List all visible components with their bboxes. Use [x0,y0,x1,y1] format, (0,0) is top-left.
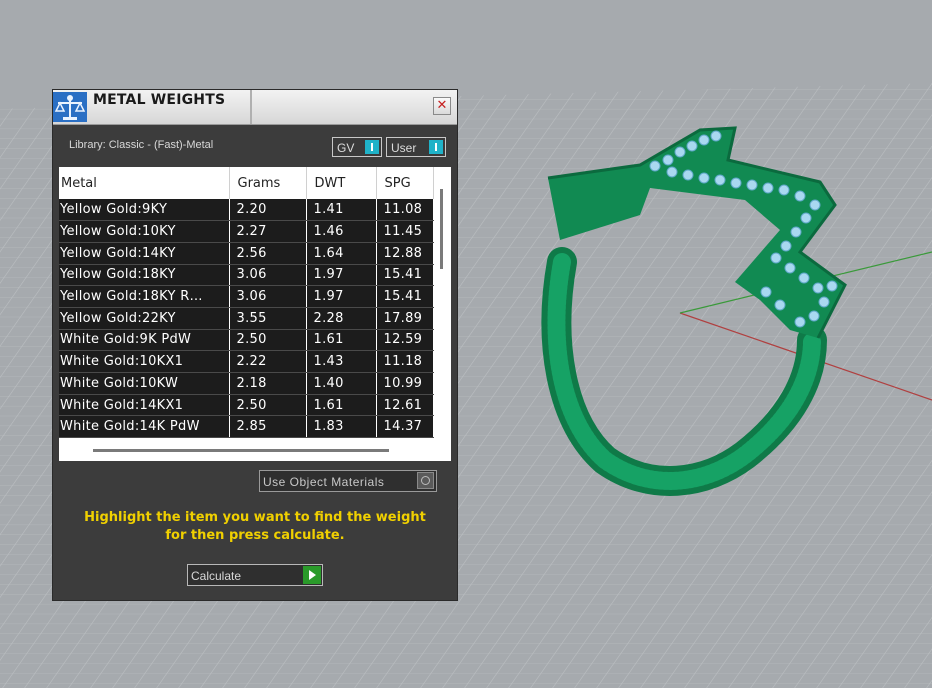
table-row[interactable]: Yellow Gold:22KY 3.55 2.28 17.89 [59,307,434,330]
metal-table[interactable]: Metal Grams DWT SPG Yellow Gold:9KY 2.20… [59,167,451,461]
metal-cell: White Gold:10KX1 [59,350,230,373]
calculate-label: Calculate [191,569,242,583]
spg-cell: 12.61 [376,394,434,417]
grams-cell: 2.85 [229,415,307,439]
close-button[interactable]: ✕ [433,97,451,115]
column-header-metal[interactable]: Metal [59,167,230,199]
title-bar[interactable]: METAL WEIGHTS ✕ [53,90,457,125]
gv-toggle[interactable]: GV [332,137,382,157]
spg-cell: 11.45 [376,220,434,243]
spg-cell: 14.37 [376,415,434,439]
spg-cell: 17.89 [376,307,434,330]
spg-cell: 15.41 [376,285,434,308]
table-row[interactable]: Yellow Gold:14KY 2.56 1.64 12.88 [59,242,434,265]
table-row[interactable]: Yellow Gold:9KY 2.20 1.41 11.08 [59,199,434,222]
close-icon: ✕ [436,98,448,113]
library-label: Library: Classic - (Fast)-Metal [69,139,214,151]
dwt-cell: 2.28 [306,307,377,330]
spg-cell: 11.08 [376,199,434,222]
dwt-cell: 1.97 [306,264,377,287]
table-row[interactable]: White Gold:10KX1 2.22 1.43 11.18 [59,350,434,373]
dwt-cell: 1.43 [306,350,377,373]
grams-cell: 2.50 [229,329,307,352]
metal-cell: Yellow Gold:18KY R… [59,285,230,308]
use-object-materials-label: Use Object Materials [263,475,385,489]
grams-cell: 2.27 [229,220,307,243]
metal-cell: Yellow Gold:9KY [59,199,230,222]
gv-toggle-label: GV [337,141,355,155]
dwt-cell: 1.41 [306,199,377,222]
dwt-cell: 1.61 [306,394,377,417]
metal-cell: White Gold:9K PdW [59,329,230,352]
dwt-cell: 1.83 [306,415,377,439]
spg-cell: 12.88 [376,242,434,265]
instructions-line: Highlight the item you want to find the … [84,510,426,525]
window-title: METAL WEIGHTS [93,92,226,108]
column-header-spg[interactable]: SPG [376,167,434,199]
table-header-row: Metal Grams DWT SPG [59,167,434,199]
dwt-cell: 1.64 [306,242,377,265]
metal-cell: White Gold:14KX1 [59,394,230,417]
grams-cell: 3.06 [229,285,307,308]
metal-cell: White Gold:10KW [59,372,230,395]
column-header-dwt[interactable]: DWT [306,167,377,199]
table-row[interactable]: White Gold:14KX1 2.50 1.61 12.61 [59,394,434,417]
table-row[interactable]: White Gold:14K PdW 2.85 1.83 14.37 [59,415,434,439]
toggle-switch-icon [365,140,379,154]
table-row[interactable]: White Gold:10KW 2.18 1.40 10.99 [59,372,434,395]
table-row[interactable]: Yellow Gold:10KY 2.27 1.46 11.45 [59,220,434,243]
use-object-materials-toggle[interactable]: Use Object Materials [259,470,437,492]
dwt-cell: 1.61 [306,329,377,352]
title-divider [250,90,252,124]
user-toggle-label: User [391,141,417,155]
table-row[interactable]: Yellow Gold:18KY 3.06 1.97 15.41 [59,264,434,287]
grams-cell: 2.50 [229,394,307,417]
instructions-line: for then press calculate. [165,528,345,543]
dwt-cell: 1.40 [306,372,377,395]
user-toggle[interactable]: User [386,137,446,157]
grams-cell: 2.20 [229,199,307,222]
spg-cell: 10.99 [376,372,434,395]
metal-cell: Yellow Gold:10KY [59,220,230,243]
dwt-cell: 1.97 [306,285,377,308]
column-header-grams[interactable]: Grams [229,167,307,199]
calculate-button[interactable]: Calculate [187,564,323,586]
instructions-text: Highlight the item you want to find the … [53,509,457,545]
metal-weights-panel: METAL WEIGHTS ✕ Library: Classic - (Fast… [52,89,458,601]
vertical-scrollbar[interactable] [440,189,443,269]
toggle-switch-icon [429,140,443,154]
table-row[interactable]: Yellow Gold:18KY R… 3.06 1.97 15.41 [59,285,434,308]
horizontal-scrollbar[interactable] [93,449,389,452]
grams-cell: 2.56 [229,242,307,265]
radio-icon [417,472,434,489]
dwt-cell: 1.46 [306,220,377,243]
spg-cell: 12.59 [376,329,434,352]
metal-cell: Yellow Gold:18KY [59,264,230,287]
spg-cell: 11.18 [376,350,434,373]
grams-cell: 2.22 [229,350,307,373]
metal-cell: Yellow Gold:14KY [59,242,230,265]
grams-cell: 3.06 [229,264,307,287]
grams-cell: 2.18 [229,372,307,395]
grams-cell: 3.55 [229,307,307,330]
scale-icon [53,92,87,122]
play-icon [303,566,321,584]
table-row[interactable]: White Gold:9K PdW 2.50 1.61 12.59 [59,329,434,352]
metal-cell: White Gold:14K PdW [59,415,230,439]
spg-cell: 15.41 [376,264,434,287]
metal-cell: Yellow Gold:22KY [59,307,230,330]
